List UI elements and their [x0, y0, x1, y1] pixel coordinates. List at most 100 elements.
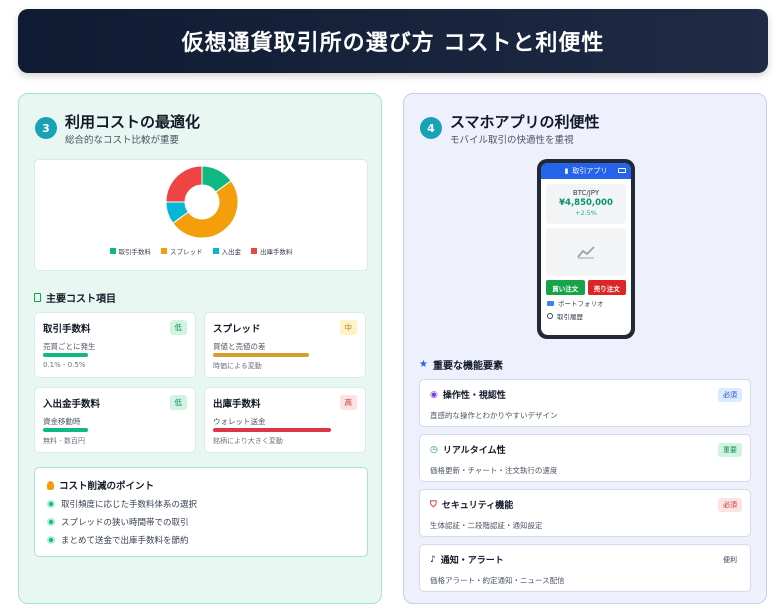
- panel-subtitle: 総合的なコスト比較が重要: [65, 135, 180, 146]
- cost-desc: 資金移動時: [43, 417, 81, 426]
- legend-swatch: [212, 248, 219, 254]
- panel-title: スマホアプリの利便性: [450, 113, 600, 131]
- panel-title: 利用コストの最適化: [65, 113, 201, 131]
- price-change: +2.5%: [575, 209, 597, 217]
- feature-desc: 生体認証・二段階認証・通知設定: [430, 521, 543, 530]
- legend-label: 取引手数料: [118, 248, 152, 256]
- bell-icon: ♪: [430, 554, 436, 565]
- cost-name: 出庫手数料: [213, 399, 261, 410]
- cost-name: 入出金手数料: [43, 399, 101, 410]
- tip-text: スプレッドの狭い時間帯での取引: [61, 518, 189, 528]
- phone-screen: ▮ 取引アプリ BTC/JPY ¥4,850,000 +2.5% 買い注文 売り…: [541, 163, 631, 335]
- legend-label: 出庫手数料: [260, 248, 293, 256]
- cost-note: 0.1% - 0.5%: [43, 361, 86, 369]
- feature-notification: ♪ 通知・アラート 便利 価格アラート・約定通知・ニュース配信: [419, 544, 751, 592]
- app-title-bar: ▮ 取引アプリ: [541, 163, 631, 179]
- history-icon: [547, 313, 553, 319]
- feature-tag: 便利: [723, 556, 737, 564]
- cost-bar: [213, 353, 309, 357]
- phone-mockup: ▮ 取引アプリ BTC/JPY ¥4,850,000 +2.5% 買い注文 売り…: [537, 159, 635, 339]
- check-circle-icon: [47, 518, 55, 526]
- sell-button[interactable]: 売り注文: [587, 280, 626, 295]
- level-badge: 中: [339, 320, 357, 335]
- cost-bar: [213, 428, 331, 432]
- pie-slice: [165, 165, 203, 203]
- section-title: 重要な機能要素: [432, 361, 503, 372]
- menu-label: ポートフォリオ: [558, 300, 604, 308]
- feature-heading: ⛉ セキュリティ機能: [430, 498, 740, 512]
- tip-text: 取引頻度に応じた手数料体系の選択: [61, 500, 198, 510]
- cost-desc: 売買ごとに発生: [43, 342, 96, 351]
- feature-title: 操作性・視認性: [442, 391, 506, 401]
- battery-icon: [618, 168, 626, 173]
- order-buttons: 買い注文 売り注文: [546, 280, 626, 295]
- buy-button[interactable]: 買い注文: [546, 280, 585, 295]
- feature-tag: 重要: [718, 443, 742, 457]
- cost-name: スプレッド: [213, 324, 261, 335]
- features-heading: ★ 重要な機能要素: [419, 357, 503, 372]
- feature-title: リアルタイム性: [442, 446, 506, 456]
- cost-card-trading-fee: 取引手数料 低 売買ごとに発生 0.1% - 0.5%: [34, 312, 196, 378]
- menu-history[interactable]: 取引履歴: [547, 311, 625, 321]
- lightbulb-icon: [47, 480, 54, 490]
- cost-tips: コスト削減のポイント 取引頻度に応じた手数料体系の選択 スプレッドの狭い時間帯で…: [34, 467, 368, 557]
- cost-note: 無料 - 数百円: [43, 437, 85, 445]
- feature-title: 通知・アラート: [440, 556, 504, 566]
- section-title: 主要コスト項目: [46, 294, 116, 305]
- tips-heading: コスト削減のポイント: [47, 478, 355, 492]
- menu-label: 取引履歴: [557, 313, 583, 321]
- menu-portfolio[interactable]: ポートフォリオ: [547, 298, 625, 308]
- level-badge: 低: [169, 395, 187, 410]
- tip-item: スプレッドの狭い時間帯での取引: [47, 516, 355, 528]
- legend-swatch: [109, 248, 116, 254]
- cost-name: 取引手数料: [43, 324, 91, 335]
- feature-desc: 価格アラート・約定通知・ニュース配信: [430, 576, 565, 585]
- shield-icon: ⛉: [430, 499, 437, 510]
- check-circle-icon: [47, 500, 55, 508]
- legend-swatch: [161, 248, 167, 254]
- feature-title: セキュリティ機能: [441, 501, 514, 511]
- tip-item: 取引頻度に応じた手数料体系の選択: [47, 498, 355, 510]
- legend-label: 入出金: [221, 248, 242, 256]
- feature-heading: ♪ 通知・アラート: [430, 553, 740, 567]
- legend-swatch: [251, 248, 257, 254]
- feature-desc: 直感的な操作とわかりやすいデザイン: [430, 411, 558, 420]
- cost-panel: 3 利用コストの最適化 総合的なコスト比較が重要 取引手数料 スプレッド 入出金 出庫…: [18, 93, 382, 604]
- cost-card-withdraw-fee: 出庫手数料 高 ウォレット送金 銘柄により大きく変動: [204, 387, 366, 453]
- cost-bar: [43, 353, 88, 357]
- star-icon: ★: [419, 359, 428, 370]
- cost-note: 時価による変動: [213, 362, 262, 370]
- level-badge: 高: [339, 395, 357, 410]
- legend-label: スプレッド: [170, 248, 203, 256]
- page-header: 仮想通貨取引所の選び方 コストと利便性: [18, 9, 768, 73]
- step-badge: 4: [420, 117, 442, 139]
- app-panel: 4 スマホアプリの利便性 モバイル取引の快適性を重視 ▮ 取引アプリ BTC/J…: [403, 93, 767, 604]
- cost-desc: ウォレット送金: [213, 417, 266, 426]
- feature-desc: 価格更新・チャート・注文執行の速度: [430, 466, 558, 475]
- cost-items-heading: 主要コスト項目: [34, 290, 116, 305]
- clock-icon: ◷: [430, 444, 438, 455]
- cost-card-deposit-fee: 入出金手数料 低 資金移動時 無料 - 数百円: [34, 387, 196, 453]
- feature-tag: 必須: [718, 498, 742, 512]
- mini-chart: [546, 228, 626, 276]
- page-title: 仮想通貨取引所の選び方 コストと利便性: [181, 31, 605, 56]
- line-chart-icon: [577, 246, 595, 259]
- cost-note: 銘柄により大きく変動: [213, 437, 283, 445]
- step-badge: 3: [35, 117, 57, 139]
- legend-item: 出庫手数料: [251, 246, 293, 256]
- feature-heading: ◉ 操作性・視認性: [430, 388, 740, 402]
- check-circle-icon: [47, 536, 55, 544]
- price-card: BTC/JPY ¥4,850,000 +2.5%: [546, 184, 626, 224]
- tips-title: コスト削減のポイント: [59, 481, 155, 492]
- feature-usability: ◉ 操作性・視認性 必須 直感的な操作とわかりやすいデザイン: [419, 379, 751, 427]
- cost-desc: 買値と売値の差: [213, 342, 266, 351]
- donut-chart: [165, 165, 239, 239]
- legend-item: スプレッド: [161, 246, 203, 256]
- level-badge: 低: [169, 320, 187, 335]
- legend-item: 入出金: [212, 246, 242, 256]
- folder-icon: [547, 300, 554, 306]
- currency-pair: BTC/JPY: [572, 189, 600, 197]
- feature-security: ⛉ セキュリティ機能 必須 生体認証・二段階認証・通知設定: [419, 489, 751, 537]
- eye-icon: ◉: [430, 389, 438, 400]
- cost-chart: 取引手数料 スプレッド 入出金 出庫手数料: [34, 159, 368, 271]
